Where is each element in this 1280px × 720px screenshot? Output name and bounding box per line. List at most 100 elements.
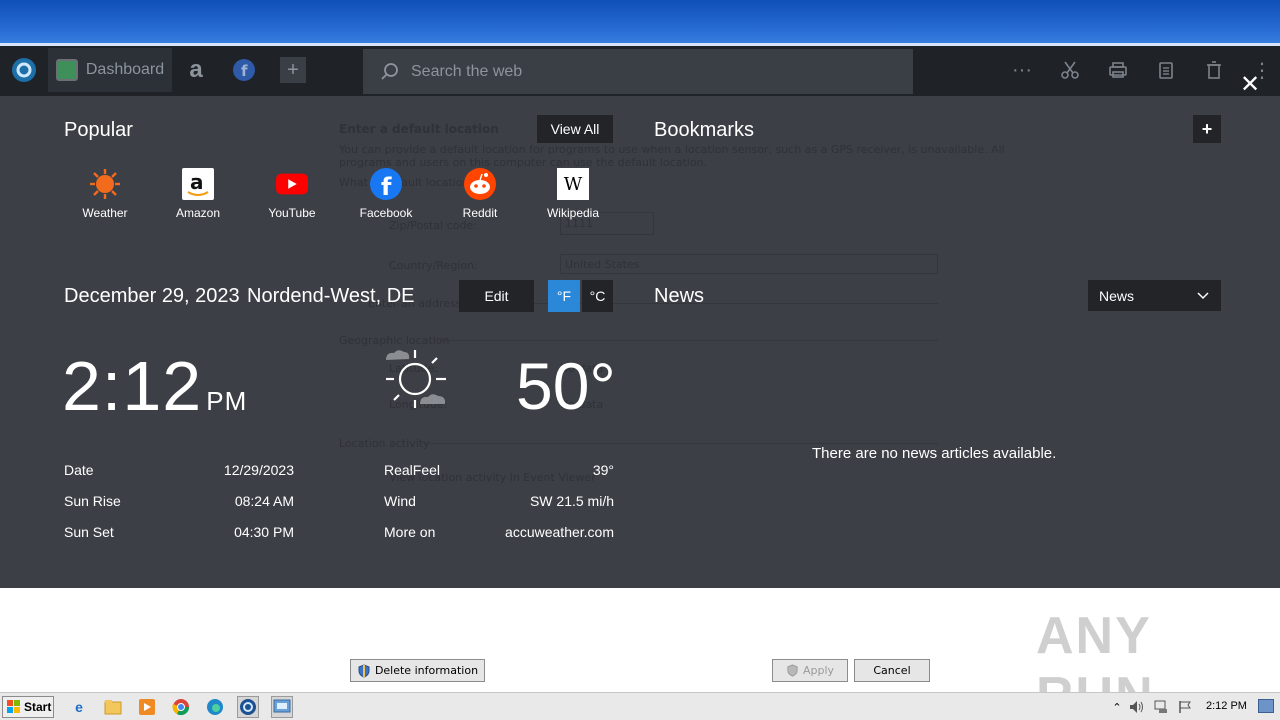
cancel-button[interactable]: Cancel <box>854 659 930 682</box>
dashboard-overlay: Enter a default location You can provide… <box>0 96 1280 588</box>
popular-title: Popular <box>64 119 133 141</box>
apply-label: Apply <box>802 664 835 677</box>
view-all-button[interactable]: View All <box>537 115 613 143</box>
cut-icon[interactable] <box>1056 56 1084 84</box>
media-player-icon[interactable] <box>136 696 158 718</box>
chevron-down-icon <box>1197 291 1209 299</box>
stat-date-label: Date <box>64 462 94 478</box>
ghost-country-label: Country/Region: <box>389 259 478 272</box>
stat-realfeel-label: RealFeel <box>384 462 441 478</box>
accuweather-link[interactable]: accuweather.com <box>464 524 614 540</box>
partly-cloudy-icon <box>382 346 452 417</box>
popular-item-label: YouTube <box>268 206 316 220</box>
popular-item-weather[interactable]: Weather <box>65 168 145 220</box>
print-icon[interactable] <box>1104 56 1132 84</box>
news-title: News <box>654 285 705 307</box>
flag-icon[interactable] <box>1174 696 1196 718</box>
stat-wind-value: SW 21.5 mi/h <box>529 493 614 509</box>
stat-sunrise-label: Sun Rise <box>64 493 121 509</box>
popular-item-label: Facebook <box>359 206 413 220</box>
close-icon[interactable]: ✕ <box>1237 71 1263 98</box>
news-category-select[interactable]: News <box>1088 280 1221 311</box>
browser-logo-icon[interactable] <box>8 48 40 92</box>
clipboard-icon[interactable] <box>1152 56 1180 84</box>
windows-logo-icon <box>7 700 20 713</box>
ghost-dialog-desc1: You can provide a default location for p… <box>339 143 1005 156</box>
news-select-value: News <box>1099 287 1135 304</box>
control-panel-icon[interactable] <box>271 696 293 718</box>
ghost-zip-label: Zip/Postal code: <box>389 219 477 232</box>
svg-text:a: a <box>190 170 204 194</box>
weather-date-heading: December 29, 2023 <box>64 285 240 307</box>
youtube-icon <box>276 168 308 200</box>
apply-button[interactable]: Apply <box>772 659 848 682</box>
news-empty-message: There are no news articles available. <box>812 445 1057 462</box>
wikipedia-icon: W <box>557 168 589 200</box>
chrome-icon[interactable] <box>170 696 192 718</box>
stat-sunset-label: Sun Set <box>64 524 114 540</box>
stat-sunset-value: 04:30 PM <box>234 524 294 540</box>
trash-icon[interactable] <box>1200 56 1228 84</box>
ghost-activity-label: Location activity <box>339 437 430 450</box>
stat-realfeel-value: 39° <box>592 462 614 478</box>
ghost-country-value: United States <box>565 258 640 271</box>
amazon-icon: a <box>182 168 214 200</box>
start-label: Start <box>24 700 52 714</box>
tab-dashboard[interactable]: Dashboard <box>48 48 172 92</box>
popular-item-label: Amazon <box>175 206 221 220</box>
ghost-divider-2 <box>440 340 938 341</box>
popular-item-facebook[interactable]: f Facebook <box>346 168 426 220</box>
stat-moreon-label: More on <box>384 524 436 540</box>
show-desktop-button[interactable] <box>1258 699 1274 713</box>
stat-wind-label: Wind <box>384 493 416 509</box>
ghost-dialog-title: Enter a default location <box>339 122 499 136</box>
taskbar: Start e ⌃ 2:12 PM <box>0 692 1280 720</box>
network-icon[interactable] <box>1150 696 1172 718</box>
add-bookmark-button[interactable]: + <box>1193 115 1221 143</box>
time-ampm: PM <box>206 386 248 416</box>
ie-icon[interactable]: e <box>68 696 90 718</box>
folder-icon[interactable] <box>102 696 124 718</box>
show-hidden-icons[interactable]: ⌃ <box>1106 696 1128 718</box>
delete-information-button[interactable]: Delete information <box>350 659 485 682</box>
desktop-background <box>0 0 1280 46</box>
shield-icon <box>358 663 370 678</box>
delete-information-label: Delete information <box>374 664 479 677</box>
stat-date-value: 12/29/2023 <box>223 462 294 478</box>
svg-text:f: f <box>241 62 248 80</box>
weather-location: Nordend-West, DE <box>247 285 415 307</box>
popular-item-label: Reddit <box>462 206 498 220</box>
ghost-divider-3 <box>422 443 938 444</box>
search-icon <box>381 62 398 80</box>
dashboard-tab-icon <box>55 59 78 81</box>
popular-item-reddit[interactable]: Reddit <box>440 168 520 220</box>
current-time: 2:12 PM <box>62 346 247 426</box>
new-tab-button[interactable]: + <box>280 57 306 83</box>
popular-item-wikipedia[interactable]: W Wikipedia <box>533 168 613 220</box>
start-button[interactable]: Start <box>2 696 54 718</box>
edge-icon[interactable] <box>204 696 226 718</box>
time-value: 2:12 <box>62 347 203 425</box>
reddit-icon <box>464 168 496 200</box>
search-input[interactable]: Search the web <box>363 49 913 94</box>
more-icon[interactable]: ··· <box>1008 56 1036 84</box>
current-temperature: 50° <box>516 349 616 423</box>
browser-taskbar-icon[interactable] <box>237 696 259 718</box>
unit-celsius-toggle[interactable]: °C <box>582 280 613 312</box>
bookmarks-title: Bookmarks <box>654 119 755 141</box>
search-placeholder: Search the web <box>411 62 523 80</box>
edit-location-button[interactable]: Edit <box>459 280 534 312</box>
tab-amazon-icon[interactable]: a <box>180 48 212 92</box>
speaker-icon[interactable] <box>1126 696 1148 718</box>
tab-facebook-icon[interactable]: f <box>228 48 260 92</box>
popular-item-youtube[interactable]: YouTube <box>252 168 332 220</box>
popular-item-amazon[interactable]: a Amazon <box>158 168 238 220</box>
unit-fahrenheit-toggle[interactable]: °F <box>548 280 580 312</box>
popular-item-label: Wikipedia <box>546 206 600 220</box>
stat-sunrise-value: 08:24 AM <box>234 493 294 509</box>
taskbar-clock[interactable]: 2:12 PM <box>1206 700 1247 712</box>
weather-icon <box>89 168 121 200</box>
svg-text:f: f <box>381 173 392 200</box>
shield-icon <box>787 664 798 677</box>
facebook-icon: f <box>370 168 402 200</box>
